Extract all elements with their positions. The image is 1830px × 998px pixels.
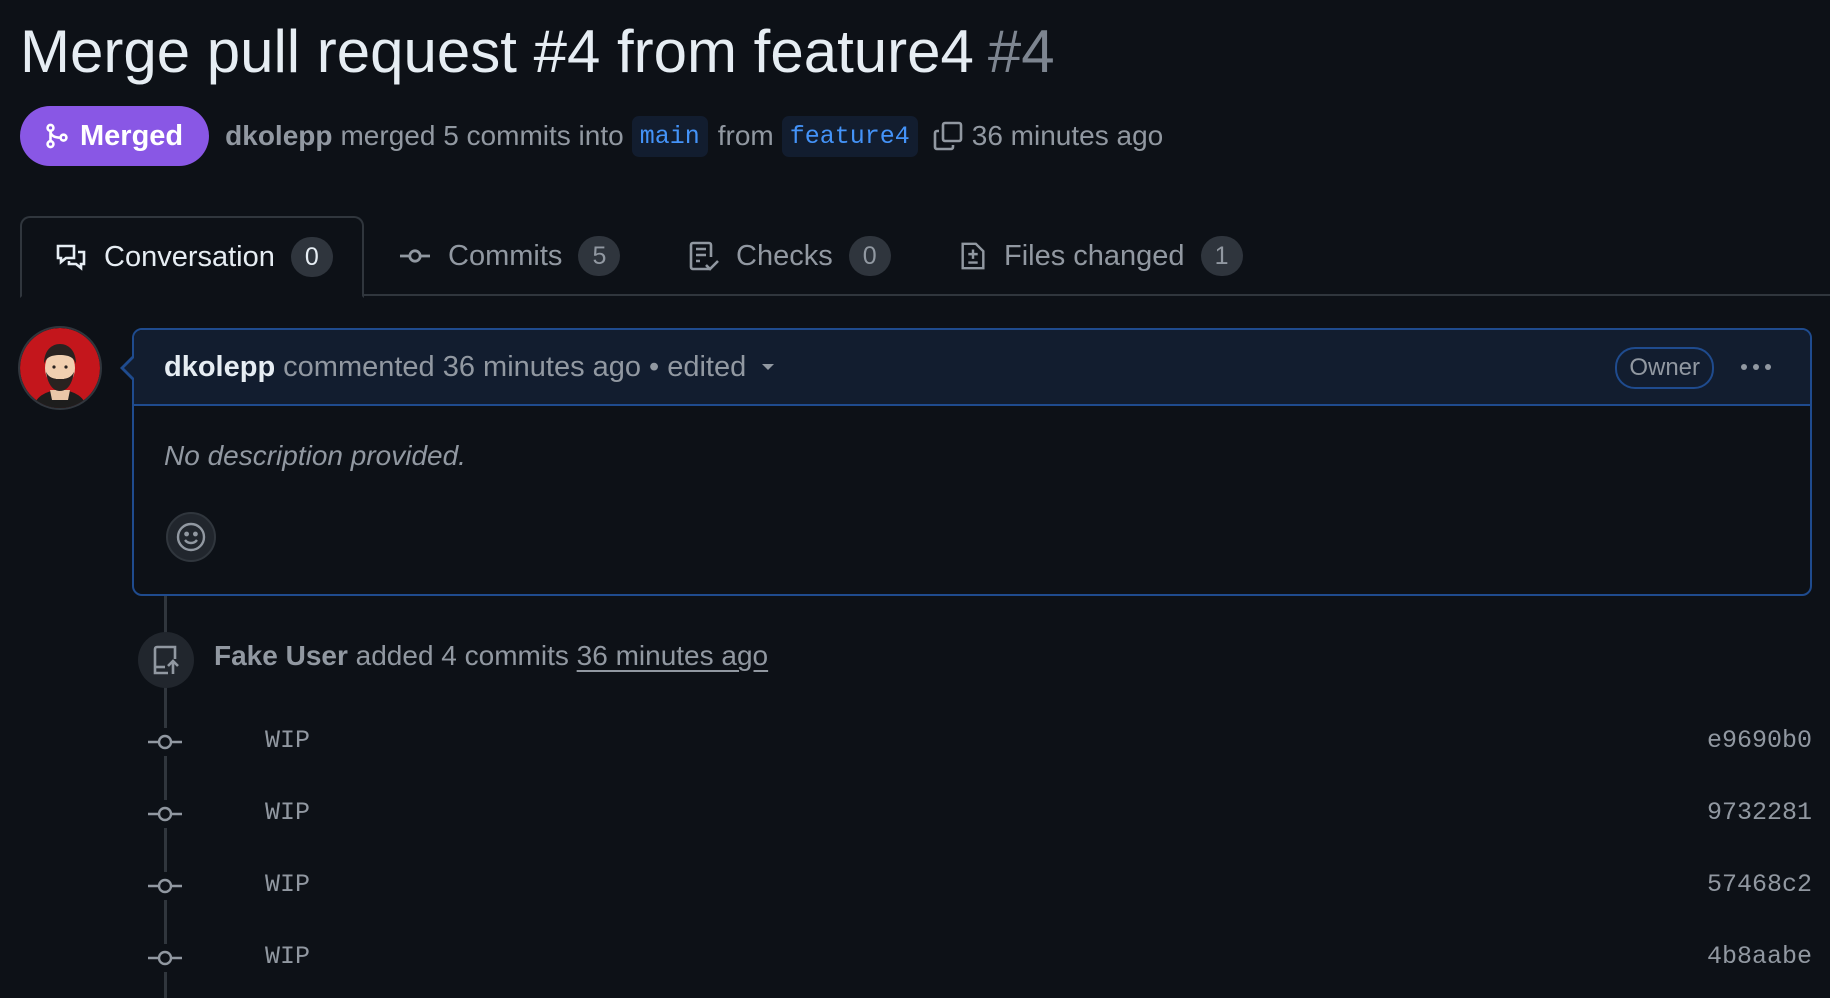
repo-push-icon [138,632,194,688]
git-commit-icon [148,728,182,756]
tab-conversation[interactable]: Conversation 0 [20,216,364,298]
base-branch[interactable]: main [631,115,708,157]
event-author[interactable]: Fake User [214,640,348,671]
pr-number: #4 [987,18,1055,85]
tab-label: Files changed [1004,239,1185,272]
git-commit-icon [148,800,182,828]
tab-files-changed[interactable]: Files changed 1 [958,216,1243,296]
tab-label: Commits [448,239,563,272]
commit-row: WIP 9732281 [0,784,1830,844]
pr-status-row: Merged dkolepp merged 5 commits into mai… [20,106,1163,166]
tab-counter: 0 [848,236,891,276]
event-text: added 4 commits [355,640,569,671]
commits-added-event: Fake User added 4 commits 36 minutes ago [214,640,768,672]
from-text: from [717,120,774,151]
commit-message[interactable]: WIP [265,942,310,971]
copy-icon[interactable] [932,120,964,152]
merged-status-badge: Merged [20,106,210,166]
event-time-link[interactable]: 36 minutes ago [577,640,768,671]
comment-discussion-icon [56,244,86,271]
pr-tabs: Conversation 0 Commits 5 Checks 0 Files … [0,216,1830,298]
tab-commits[interactable]: Commits 5 [398,216,621,296]
chevron-down-icon[interactable] [760,362,776,372]
commit-message[interactable]: WIP [265,726,310,755]
head-branch[interactable]: feature4 [781,115,918,157]
commit-row: WIP e9690b0 [0,712,1830,772]
edited-label[interactable]: edited [667,351,746,384]
tab-counter: 1 [1200,236,1243,276]
kebab-horizontal-icon[interactable] [1738,352,1774,382]
tab-counter: 0 [290,237,333,277]
comment-body: No description provided. [164,440,466,471]
comment-header: dkolepp commented 36 minutes ago • edite… [134,330,1810,406]
file-diff-icon [961,242,985,270]
comment-author[interactable]: dkolepp [164,351,275,384]
pr-title-text: Merge pull request #4 from feature4 [20,18,974,85]
comment-separator: • [649,350,660,383]
commit-sha[interactable]: e9690b0 [1707,726,1812,755]
git-merge-icon [46,123,68,149]
commit-sha[interactable]: 9732281 [1707,798,1812,827]
commit-message[interactable]: WIP [265,798,310,827]
tab-label: Checks [736,239,833,272]
git-commit-icon [400,249,430,263]
checklist-icon [689,241,719,271]
avatar[interactable] [18,326,102,410]
pr-action-text: merged 5 commits into [340,120,624,151]
add-reaction-button[interactable] [166,512,216,562]
commit-sha[interactable]: 4b8aabe [1707,942,1812,971]
git-commit-icon [148,872,182,900]
commit-row: WIP 4b8aabe [0,928,1830,988]
tab-counter: 5 [578,236,621,276]
pull-request-page: Merge pull request #4 from feature4 #4 Me… [0,0,1830,998]
commit-sha[interactable]: 57468c2 [1707,870,1812,899]
pr-author-link[interactable]: dkolepp [225,120,332,152]
tab-checks[interactable]: Checks 0 [688,216,891,296]
tab-label: Conversation [104,240,275,273]
commit-message[interactable]: WIP [265,870,310,899]
commit-row: WIP 57468c2 [0,856,1830,916]
owner-badge: Owner [1615,347,1714,389]
merged-status-label: Merged [80,119,184,152]
git-commit-icon [148,944,182,972]
comment-meta[interactable]: commented 36 minutes ago [283,351,641,384]
pr-description-comment: dkolepp commented 36 minutes ago • edite… [132,328,1812,596]
pr-title: Merge pull request #4 from feature4 #4 [20,14,1055,90]
comment-pointer-fill [124,357,135,379]
pr-merged-time: 36 minutes ago [971,120,1164,151]
smiley-icon [176,522,206,552]
